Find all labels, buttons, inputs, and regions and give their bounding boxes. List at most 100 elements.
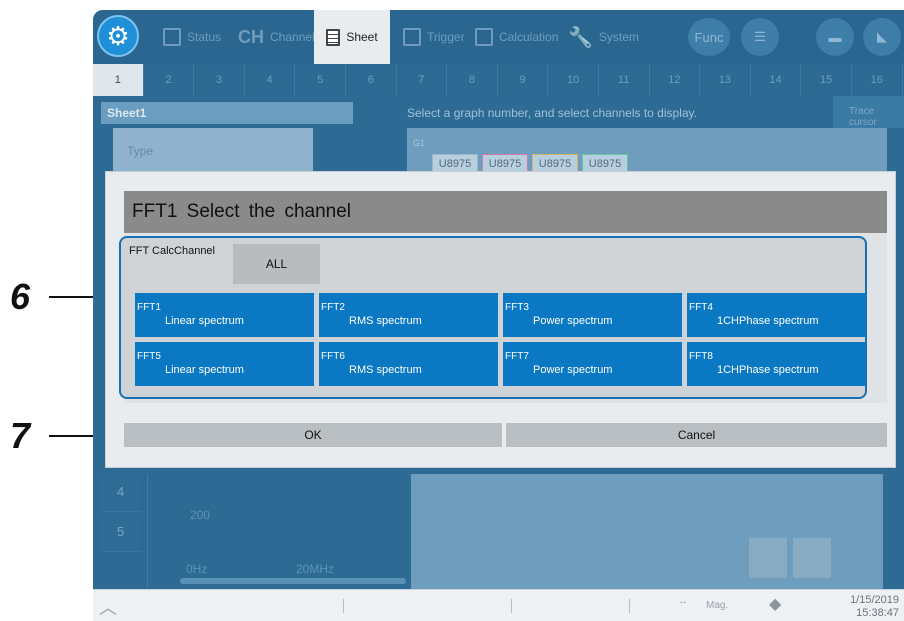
xy-mag-icon: ↔ — [678, 596, 688, 607]
expand-icon[interactable]: ◣ — [863, 18, 901, 56]
sheet-number-tab[interactable]: 16 — [852, 64, 903, 96]
sheet-number-tab[interactable]: 15 — [801, 64, 852, 96]
time-text: 15:38:47 — [856, 607, 899, 619]
fft-channel-number: FFT6 — [321, 351, 345, 362]
sheet-number-tab[interactable]: 8 — [447, 64, 498, 96]
settings-gear-icon[interactable]: ⚙ — [97, 15, 139, 57]
usb-drive-icon: ◆ — [769, 596, 782, 613]
fft-channel-number: FFT4 — [689, 302, 713, 313]
mag-label: Mag. — [706, 600, 729, 611]
graph-row-4[interactable]: 4 — [101, 474, 141, 512]
chevron-up-icon[interactable]: ︿ — [99, 594, 117, 620]
clock: 1/15/2019 15:38:47 — [833, 594, 899, 620]
cancel-button[interactable]: Cancel — [506, 423, 887, 447]
tab-channel[interactable]: CH Channel — [238, 18, 315, 56]
fft-channel-number: FFT8 — [689, 351, 713, 362]
graph-row-5[interactable]: 5 — [101, 514, 141, 552]
fft3-button[interactable]: FFT3 Power spectrum — [503, 293, 682, 337]
tab-status[interactable]: Status — [163, 18, 221, 56]
trigger-icon — [403, 28, 421, 46]
graph-rows: 4 5 — [101, 474, 141, 584]
sheet-number-tab[interactable]: 12 — [650, 64, 701, 96]
graph-scrollbar[interactable] — [180, 578, 406, 584]
wrench-icon: 🔧 — [568, 26, 593, 49]
instruction-message: Select a graph number, and select channe… — [359, 102, 829, 124]
sheet-number-tabs: 1 2 3 4 5 6 7 8 9 10 11 12 13 14 15 16 — [93, 64, 904, 98]
callout-number-7: 7 — [10, 415, 31, 456]
waveform-icon — [163, 28, 181, 46]
tab-system-label: System — [598, 30, 639, 44]
type-label: Type — [127, 144, 154, 158]
waveform-graph: 200 0Hz 20MHz — [147, 474, 406, 589]
tab-channel-label: Channel — [270, 30, 315, 44]
sheet-number-tab[interactable]: 5 — [295, 64, 346, 96]
tab-status-label: Status — [187, 30, 222, 44]
fft-channel-desc: Linear spectrum — [165, 315, 244, 327]
fft-channel-number: FFT7 — [505, 351, 529, 362]
sheet-title: Sheet1 — [101, 102, 353, 124]
fft4-button[interactable]: FFT4 1CHPhase spectrum — [687, 293, 866, 337]
sheet-number-tab[interactable]: 11 — [599, 64, 650, 96]
fft8-button[interactable]: FFT8 1CHPhase spectrum — [687, 342, 866, 386]
graph-button[interactable] — [793, 538, 831, 578]
tab-sheet[interactable]: Sheet — [314, 10, 390, 64]
secondary-graph-area — [411, 474, 883, 589]
sheet-number-tab[interactable]: 4 — [245, 64, 296, 96]
graph-y-value: 200 — [190, 508, 211, 522]
sheet-number-tab[interactable]: 14 — [751, 64, 802, 96]
fft-channel-number: FFT3 — [505, 302, 529, 313]
tab-trigger[interactable]: Trigger — [403, 18, 465, 56]
fft-channel-desc: 1CHPhase spectrum — [717, 364, 819, 376]
fft-channel-desc: RMS spectrum — [349, 364, 422, 376]
all-button[interactable]: ALL — [233, 244, 320, 284]
fft-channel-number: FFT2 — [321, 302, 345, 313]
sheet-number-tab[interactable]: 3 — [194, 64, 245, 96]
sheet-number-tab[interactable]: 7 — [397, 64, 448, 96]
trace-cursor-button[interactable]: Trace cursor — [833, 96, 904, 128]
sheet-number-tab[interactable]: 10 — [548, 64, 599, 96]
fft2-button[interactable]: FFT2 RMS spectrum — [319, 293, 498, 337]
folder-icon[interactable]: ▬ — [816, 18, 854, 56]
sheet-number-tab[interactable]: 6 — [346, 64, 397, 96]
fft-channel-number: FFT1 — [137, 302, 161, 313]
fft-calc-channel-label: FFT CalcChannel — [129, 245, 215, 257]
sheet-number-tab[interactable]: 9 — [498, 64, 549, 96]
func-button[interactable]: Func — [688, 18, 730, 56]
fft-channel-desc: 1CHPhase spectrum — [717, 315, 819, 327]
fft1-button[interactable]: FFT1 Linear spectrum — [135, 293, 314, 337]
graph-label: G1 — [413, 138, 426, 148]
callout-number-6: 6 — [10, 276, 31, 317]
x-mid-label: 20MHz — [296, 562, 335, 576]
fft-calc-channel-group: FFT CalcChannel ALL FFT1 Linear spectrum… — [119, 236, 867, 399]
calculation-icon — [475, 28, 493, 46]
main-toolbar: ⚙ Status CH Channel Sheet Trigger Calcul… — [93, 10, 904, 64]
ch-icon: CH — [238, 26, 264, 47]
fft6-button[interactable]: FFT6 RMS spectrum — [319, 342, 498, 386]
list-menu-icon[interactable]: ☰ — [741, 18, 779, 56]
screen: 6 7 ⚙ Status CH Channel Sheet Trigger Ca… — [0, 0, 904, 621]
select-channel-dialog: FFT1 Select the channel FFT CalcChannel … — [105, 171, 896, 468]
tab-calculation-label: Calculation — [499, 30, 559, 44]
func-label: Func — [694, 29, 724, 45]
tab-calculation[interactable]: Calculation — [475, 18, 558, 56]
fft-channel-number: FFT5 — [137, 351, 161, 362]
tab-sheet-label: Sheet — [346, 30, 378, 44]
fft-channel-desc: Power spectrum — [533, 364, 613, 376]
sheet-icon — [326, 28, 341, 46]
status-bar: ︿ ↔ Mag. ◆ 1/15/2019 15:38:47 — [93, 589, 904, 621]
ok-button[interactable]: OK — [124, 423, 502, 447]
dialog-title: FFT1 Select the channel — [124, 191, 887, 233]
fft7-button[interactable]: FFT7 Power spectrum — [503, 342, 682, 386]
cursor-icon[interactable] — [749, 538, 787, 578]
divider — [629, 599, 630, 613]
tab-system[interactable]: 🔧 System — [568, 18, 639, 56]
sheet-number-tab[interactable]: 2 — [144, 64, 195, 96]
tab-trigger-label: Trigger — [427, 30, 465, 44]
fft-channel-desc: Linear spectrum — [165, 364, 244, 376]
fft-channel-desc: Power spectrum — [533, 315, 613, 327]
sheet-number-tab[interactable]: 13 — [700, 64, 751, 96]
fft5-button[interactable]: FFT5 Linear spectrum — [135, 342, 314, 386]
divider — [511, 599, 512, 613]
x-start-label: 0Hz — [186, 562, 208, 576]
sheet-number-tab[interactable]: 1 — [93, 64, 144, 96]
